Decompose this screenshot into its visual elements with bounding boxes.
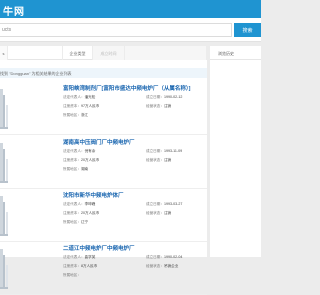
region-value: 湖南 (80, 167, 89, 171)
tab-founded-time[interactable]: 成立时间 (93, 46, 125, 60)
status-value: 注销 (163, 158, 172, 162)
region-label: 所属地区： (63, 113, 81, 117)
search-input[interactable]: ucts (0, 23, 232, 37)
building-icon (0, 89, 8, 129)
status-row: 经营状态：注销 (146, 104, 171, 109)
region-row: 所属地区：辽宁 (63, 220, 88, 225)
founded-value: 1993-11-09 (163, 149, 183, 153)
legal-rep-row: 法定代表人：李坤峰 (63, 202, 95, 207)
capital-row: 注册资本：97万人民币 (63, 104, 99, 109)
legal-rep-label: 法定代表人： (63, 255, 85, 259)
capital-value: 8万人民币 (80, 264, 98, 268)
legal-rep-value[interactable]: 倪有余 (85, 149, 96, 153)
site-brand[interactable]: 牛网 (3, 3, 25, 18)
company-card[interactable]: 湖南高中压阀门厂中频电炉厂 法定代表人：倪有余 成立日期：1993-11-09 注册资… (0, 136, 207, 189)
building-icon (0, 249, 8, 289)
legal-rep-value[interactable]: 曲学英 (85, 255, 96, 259)
company-name[interactable]: 沈阳市新华中频电炉体厂 (63, 191, 124, 199)
region-label: 所属地区： (63, 167, 81, 171)
company-name[interactable]: 富阳峡湾制剂厂[富阳市盛达中频电炉厂（从属名称）] (63, 84, 190, 92)
founded-label: 成立日期： (146, 255, 164, 259)
region-label: 所属地区： (63, 273, 81, 277)
legal-rep-label: 法定代表人： (63, 149, 85, 153)
status-label: 经营状态： (146, 104, 164, 108)
building-icon (0, 143, 8, 183)
region-value: 辽宁 (80, 220, 89, 224)
capital-value: 20万人民币 (80, 211, 100, 215)
building-icon (0, 196, 8, 236)
founded-row: 成立日期：1993-11-09 (146, 149, 182, 154)
legal-rep-row: 法定代表人：潘光松 (63, 95, 95, 100)
legal-rep-value[interactable]: 潘光松 (85, 95, 96, 99)
company-card[interactable]: 二道江中频电炉厂中频电炉厂 法定代表人：曲学英 成立日期：1990-02-04 注册资… (0, 242, 207, 295)
legal-rep-value[interactable]: 李坤峰 (85, 202, 96, 206)
capital-row: 注册资本：20万人民币 (63, 158, 99, 163)
founded-row: 成立日期：1993-03-27 (146, 202, 182, 207)
legal-rep-row: 法定代表人：倪有余 (63, 149, 95, 154)
company-name[interactable]: 二道江中频电炉厂中频电炉厂 (63, 244, 135, 252)
results-panel: s 企业类型 成立时间 找到 "Dongguan" 为相关结果的企业列表 富阳峡… (0, 46, 207, 295)
region-row: 所属地区：湖南 (63, 167, 88, 172)
result-notice: 找到 "Dongguan" 为相关结果的企业列表 (0, 68, 207, 78)
history-title: 浏览历史 (210, 46, 261, 60)
tab-second[interactable] (8, 46, 63, 60)
founded-label: 成立日期： (146, 149, 164, 153)
region-row: 所属地区： (63, 273, 81, 278)
legal-rep-row: 法定代表人：曲学英 (63, 255, 95, 260)
founded-row: 成立日期：1990-02-12 (146, 95, 182, 100)
status-label: 经营状态： (146, 264, 164, 268)
founded-value: 1993-03-27 (163, 202, 183, 206)
founded-value: 1990-02-12 (163, 95, 183, 99)
capital-value: 20万人民币 (80, 158, 100, 162)
status-row: 经营状态：注销 (146, 211, 171, 216)
status-label: 经营状态： (146, 158, 164, 162)
search-row: ucts 搜索 (0, 18, 261, 42)
region-value: 浙江 (80, 113, 89, 117)
capital-label: 注册资本： (63, 158, 81, 162)
company-card[interactable]: 沈阳市新华中频电炉体厂 法定代表人：李坤峰 成立日期：1993-03-27 注册资本：… (0, 189, 207, 242)
company-name[interactable]: 湖南高中压阀门厂中频电炉厂 (63, 138, 135, 146)
company-card[interactable]: 富阳峡湾制剂厂[富阳市盛达中频电炉厂（从属名称）] 法定代表人：潘光松 成立日期：1… (0, 82, 207, 135)
history-sidebar: 浏览历史 (210, 46, 261, 257)
region-label: 所属地区： (63, 220, 81, 224)
status-label: 经营状态： (146, 211, 164, 215)
status-row: 经营状态：吊销企业 (146, 264, 178, 269)
capital-label: 注册资本： (63, 264, 81, 268)
top-bar: 牛网 (0, 0, 261, 18)
capital-label: 注册资本： (63, 104, 81, 108)
capital-row: 注册资本：8万人民币 (63, 264, 97, 269)
capital-label: 注册资本： (63, 211, 81, 215)
region-row: 所属地区：浙江 (63, 113, 88, 118)
legal-rep-label: 法定代表人： (63, 95, 85, 99)
founded-value: 1990-02-04 (163, 255, 183, 259)
filter-tabs: s 企业类型 成立时间 (0, 46, 207, 60)
status-value: 注销 (163, 211, 172, 215)
status-value: 注销 (163, 104, 172, 108)
capital-value: 97万人民币 (80, 104, 100, 108)
legal-rep-label: 法定代表人： (63, 202, 85, 206)
search-button[interactable]: 搜索 (234, 23, 261, 37)
founded-label: 成立日期： (146, 202, 164, 206)
tab-filler (125, 46, 207, 60)
capital-row: 注册资本：20万人民币 (63, 211, 99, 216)
tab-first[interactable]: s (0, 46, 8, 60)
tab-company-type[interactable]: 企业类型 (63, 46, 93, 60)
status-row: 经营状态：注销 (146, 158, 171, 163)
founded-row: 成立日期：1990-02-04 (146, 255, 182, 260)
status-value: 吊销企业 (163, 264, 179, 268)
founded-label: 成立日期： (146, 95, 164, 99)
